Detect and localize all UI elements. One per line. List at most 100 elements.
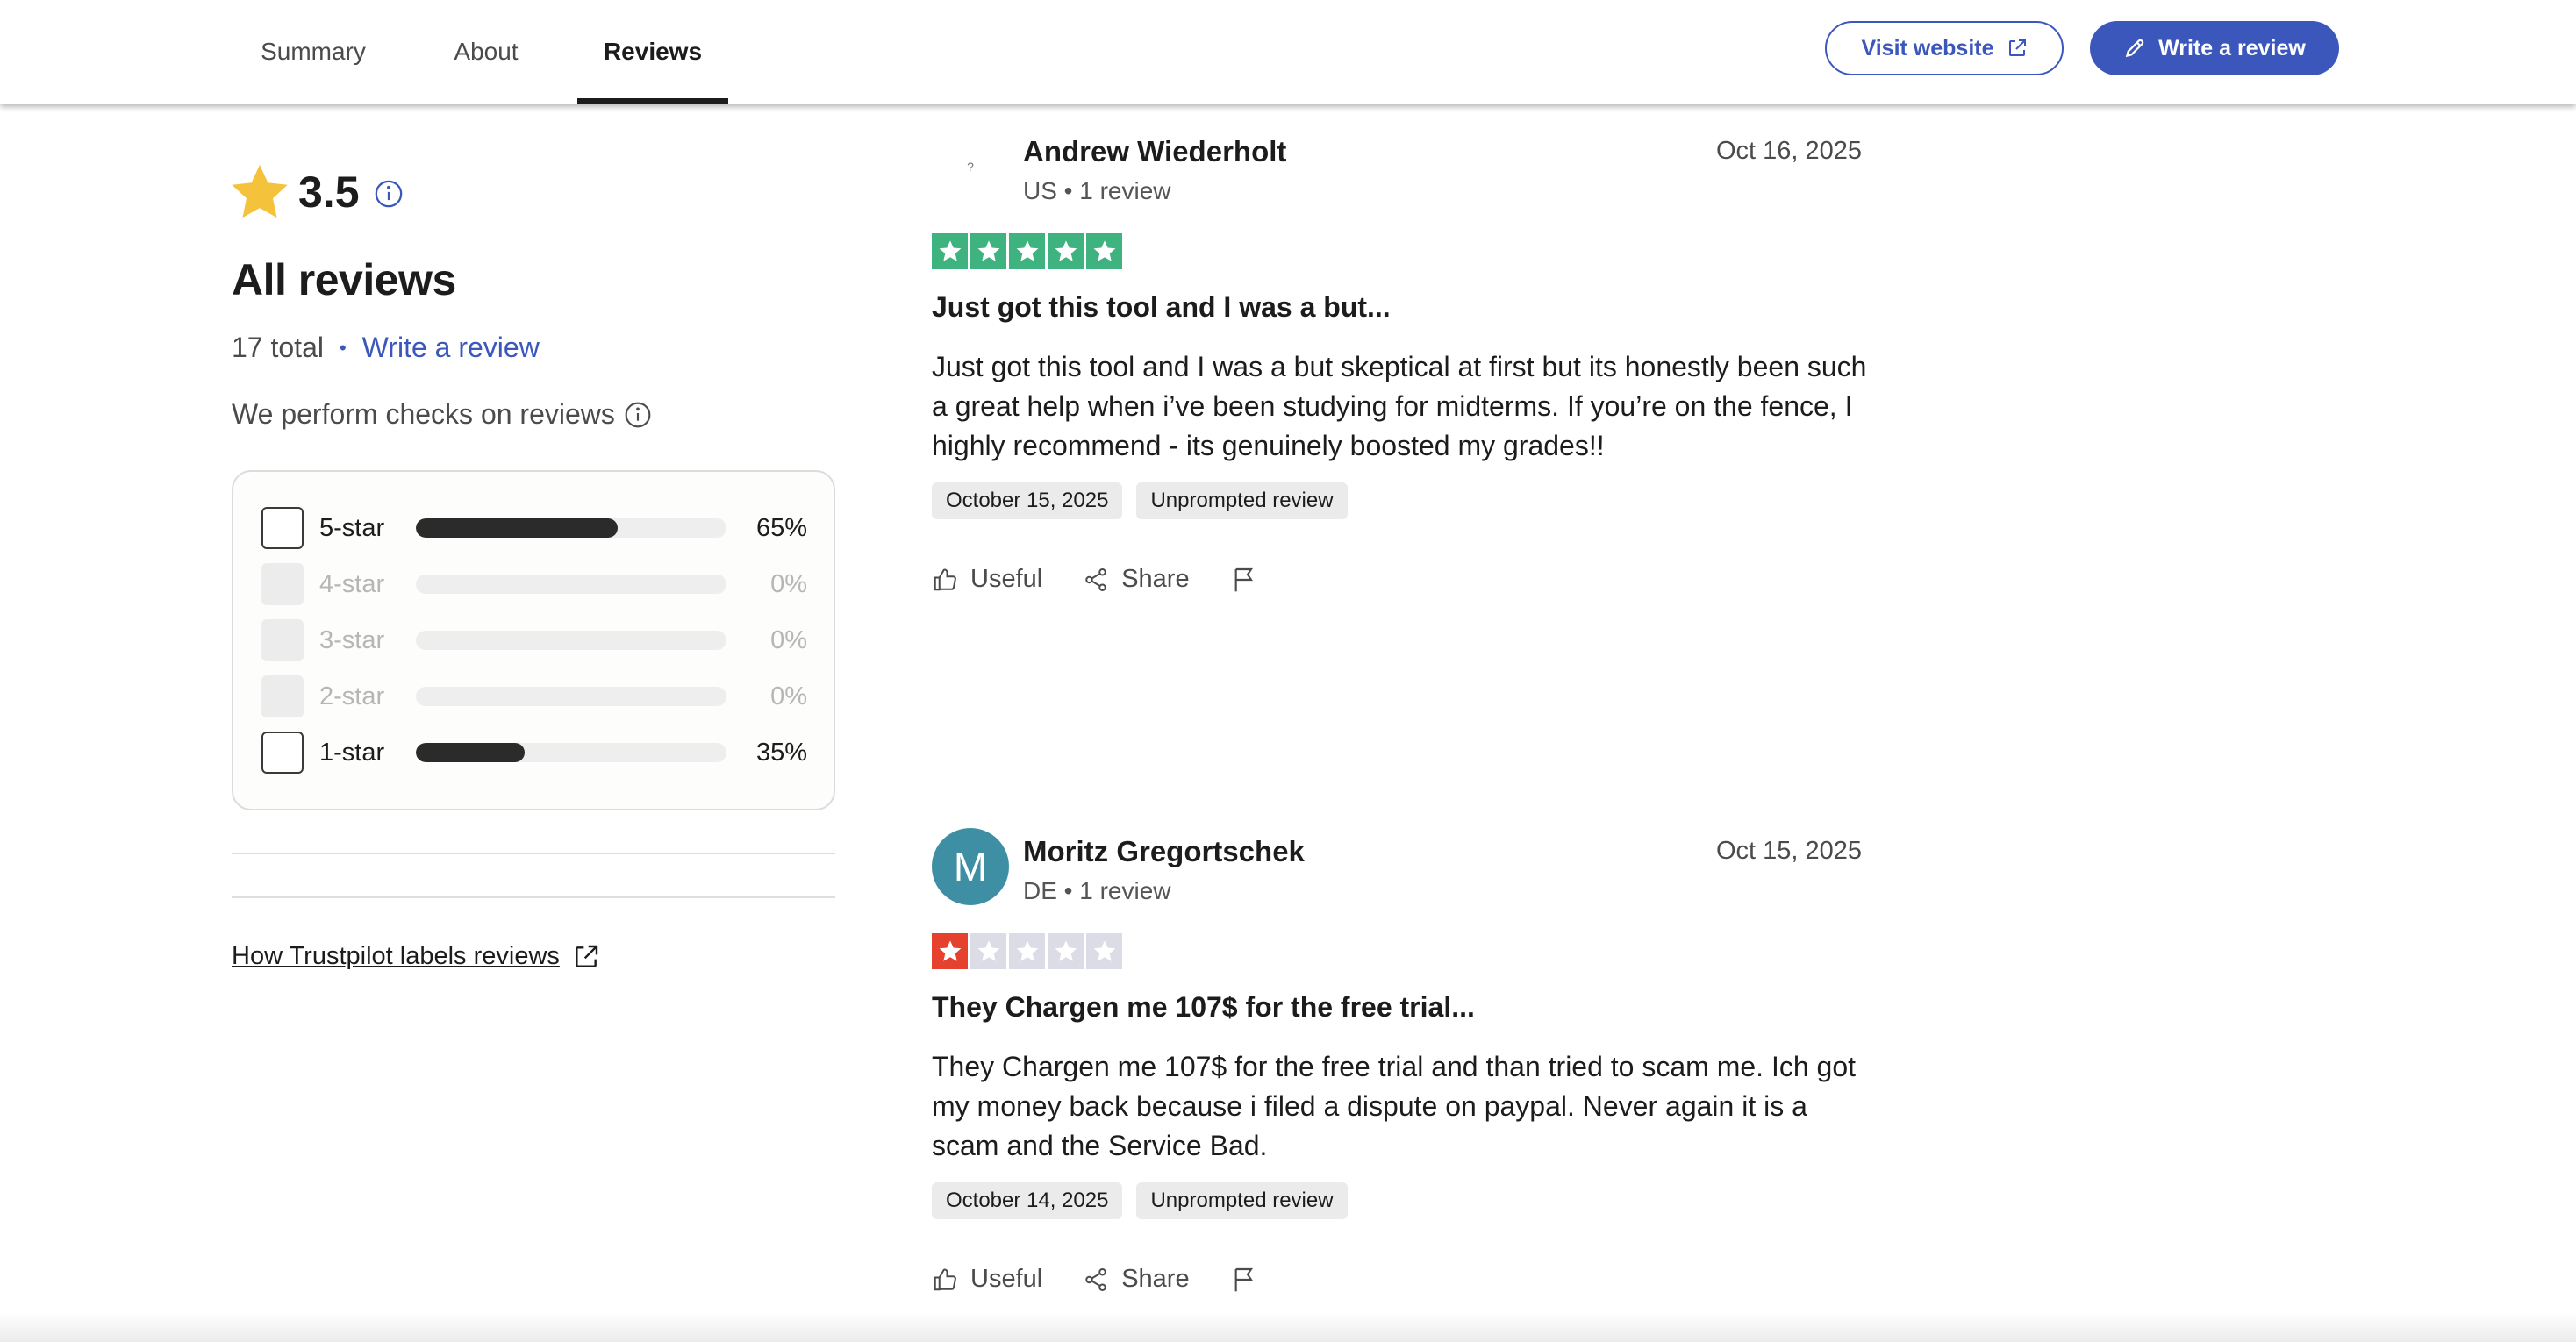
tab-summary[interactable]: Summary [246, 0, 381, 104]
filter-2-star: 2-star 0% [261, 675, 807, 717]
star-rating [932, 233, 1122, 269]
write-review-link[interactable]: Write a review [362, 332, 540, 364]
star-empty-icon [970, 933, 1006, 969]
separator-dot: • [339, 336, 347, 359]
avatar[interactable]: M [932, 828, 1009, 905]
review-tags: October 14, 2025 Unprompted review [932, 1182, 1348, 1219]
review-actions: Useful Share [932, 1265, 1258, 1294]
flag-icon [1234, 1267, 1253, 1291]
review-card: ? Andrew Wiederholt US • 1 review Oct 16… [932, 128, 1866, 637]
write-review-button[interactable]: Write a review [2090, 21, 2339, 75]
pencil-icon [2125, 39, 2144, 58]
filter-checkbox[interactable] [261, 507, 304, 549]
filter-3-star: 3-star 0% [261, 619, 807, 661]
tab-about[interactable]: About [433, 0, 539, 104]
share-button[interactable]: Share [1083, 565, 1190, 594]
review-checks-note: We perform checks on reviews [232, 398, 652, 431]
filter-label: 2-star [319, 682, 385, 710]
overall-rating: 3.5 [230, 163, 404, 221]
share-icon [1085, 567, 1106, 591]
star-filled-icon [1048, 233, 1084, 269]
distribution-bar [416, 518, 726, 538]
labels-info-link[interactable]: How Trustpilot labels reviews [232, 942, 600, 971]
useful-button[interactable]: Useful [932, 565, 1042, 594]
filter-5-star[interactable]: 5-star 65% [261, 507, 807, 549]
filter-checkbox[interactable] [261, 732, 304, 774]
total-count: 17 total [232, 332, 324, 363]
star-filled-icon [932, 933, 968, 969]
reviewer-name[interactable]: Moritz Gregortschek [1023, 835, 1305, 868]
filter-checkbox [261, 619, 304, 661]
review-body: They Chargen me 107$ for the free trial … [932, 1051, 1856, 1161]
reviewer-meta: DE • 1 review [1023, 877, 1171, 904]
distribution-bar [416, 743, 726, 762]
visit-website-button[interactable]: Visit website [1825, 21, 2064, 75]
star-filled-icon [1086, 233, 1122, 269]
avatar[interactable]: ? [932, 128, 1009, 205]
thumbs-up-icon [934, 568, 956, 590]
review-title[interactable]: They Chargen me 107$ for the free trial.… [932, 991, 1475, 1024]
star-filled-icon [932, 233, 968, 269]
divider [232, 853, 835, 854]
scroll-fade [0, 1312, 2576, 1342]
tab-reviews[interactable]: Reviews [577, 0, 728, 104]
report-button[interactable] [1230, 566, 1258, 594]
filter-percent: 0% [770, 625, 807, 654]
experience-date-badge: October 14, 2025 [932, 1182, 1123, 1219]
all-reviews-heading: All reviews [232, 255, 456, 304]
rating-star-icon [232, 164, 288, 218]
filter-1-star[interactable]: 1-star 35% [261, 732, 807, 774]
star-rating [932, 933, 1122, 969]
filter-percent: 0% [770, 682, 807, 710]
review-date: Oct 16, 2025 [1715, 137, 1862, 165]
reviewer-meta: US • 1 review [1023, 177, 1171, 204]
review-card: M Moritz Gregortschek DE • 1 review Oct … [932, 828, 1862, 1319]
visit-website-label: Visit website [1861, 35, 1994, 61]
filter-label: 3-star [319, 625, 385, 654]
report-button[interactable] [1230, 1266, 1258, 1294]
distribution-bar-fill [416, 518, 619, 538]
experience-date-badge: October 15, 2025 [932, 482, 1123, 519]
share-label: Share [1121, 565, 1190, 593]
share-icon [1085, 1267, 1106, 1291]
rating-value: 3.5 [298, 168, 360, 217]
review-label-badge[interactable]: Unprompted review [1136, 1182, 1348, 1219]
filter-label: 1-star [319, 738, 385, 767]
review-label-badge[interactable]: Unprompted review [1136, 482, 1348, 519]
useful-label: Useful [970, 565, 1043, 593]
distribution-bar [416, 575, 726, 594]
filter-label: 4-star [319, 569, 385, 598]
labels-link-text: How Trustpilot labels reviews [232, 942, 560, 970]
reviewer-name[interactable]: Andrew Wiederholt [1023, 135, 1286, 168]
distribution-bar [416, 687, 726, 706]
review-totals: 17 total • Write a review [232, 332, 540, 364]
info-icon[interactable] [624, 401, 652, 429]
star-empty-icon [1086, 933, 1122, 969]
star-filter-panel: 5-star 65% 4-star 0% 3-star 0% 2-star 0%… [232, 470, 835, 810]
thumbs-up-icon [934, 1268, 956, 1290]
review-title[interactable]: Just got this tool and I was a but... [932, 291, 1391, 324]
write-review-label: Write a review [2158, 35, 2306, 61]
star-filled-icon [1009, 233, 1045, 269]
filter-checkbox [261, 675, 304, 717]
review-date: Oct 15, 2025 [1715, 837, 1862, 865]
review-actions: Useful Share [932, 565, 1258, 594]
filter-checkbox [261, 563, 304, 605]
star-empty-icon [1009, 933, 1045, 969]
share-button[interactable]: Share [1083, 1265, 1190, 1294]
filter-4-star: 4-star 0% [261, 563, 807, 605]
useful-button[interactable]: Useful [932, 1265, 1042, 1294]
distribution-bar-fill [416, 743, 525, 762]
filter-percent: 65% [755, 513, 807, 542]
external-link-icon [576, 945, 598, 967]
review-tags: October 15, 2025 Unprompted review [932, 482, 1348, 519]
info-icon[interactable] [374, 179, 404, 209]
avatar-placeholder-icon: ? [967, 160, 974, 174]
external-link-icon [2008, 39, 2026, 56]
filter-label: 5-star [319, 513, 385, 542]
divider [232, 896, 835, 898]
star-empty-icon [1048, 933, 1084, 969]
share-label: Share [1121, 1265, 1190, 1293]
flag-icon [1234, 567, 1253, 591]
review-body: Just got this tool and I was a but skept… [932, 351, 1867, 461]
